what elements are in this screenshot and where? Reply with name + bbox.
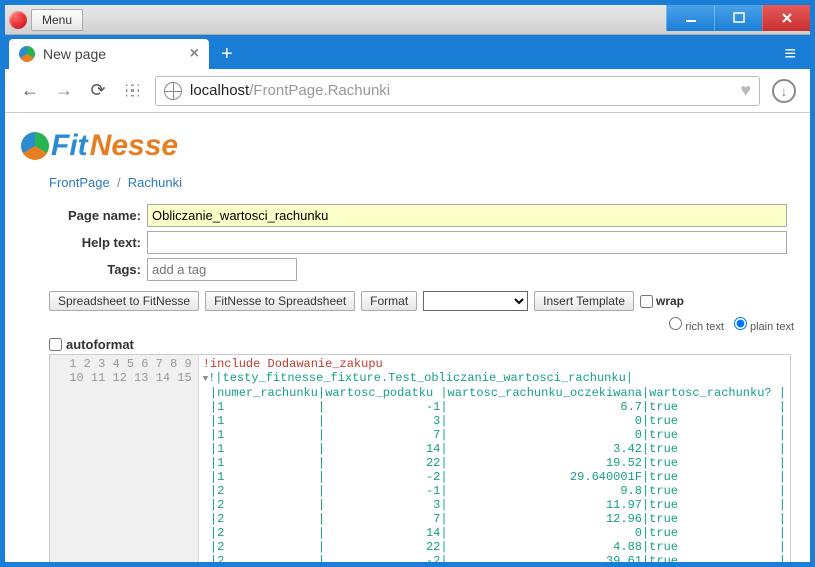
- back-button[interactable]: ←: [19, 80, 41, 101]
- tags-input[interactable]: [147, 258, 297, 281]
- download-button[interactable]: ↓: [772, 79, 796, 103]
- close-button[interactable]: [762, 5, 810, 31]
- plain-text-radio[interactable]: plain text: [734, 317, 794, 333]
- new-tab-button[interactable]: +: [209, 39, 245, 69]
- address-bar: ← → ⟳ ∷∷∷∷ localhost/FrontPage.Rachunki …: [5, 69, 810, 113]
- minimize-button[interactable]: [666, 5, 714, 31]
- url-input[interactable]: localhost/FrontPage.Rachunki ♥: [155, 76, 760, 106]
- favorite-icon[interactable]: ♥: [740, 80, 751, 101]
- rich-text-radio[interactable]: rich text: [669, 317, 724, 333]
- globe-icon: [164, 82, 182, 100]
- breadcrumb-root[interactable]: FrontPage: [49, 175, 110, 190]
- format-button[interactable]: Format: [361, 291, 417, 311]
- tab-menu-icon[interactable]: ≡: [770, 39, 810, 69]
- editor-toolbar: Spreadsheet to FitNesse FitNesse to Spre…: [49, 291, 794, 333]
- speed-dial-icon[interactable]: ∷∷∷∷: [121, 85, 143, 97]
- tags-label: Tags:: [49, 262, 141, 277]
- tab-title: New page: [43, 46, 182, 62]
- line-gutter: 1 2 3 4 5 6 7 8 9 10 11 12 13 14 15: [50, 355, 199, 562]
- code-editor[interactable]: 1 2 3 4 5 6 7 8 9 10 11 12 13 14 15 !inc…: [49, 354, 791, 562]
- logo-text-nesse: Nesse: [90, 129, 178, 163]
- spreadsheet-to-fitnesse-button[interactable]: Spreadsheet to FitNesse: [49, 291, 199, 311]
- tab-favicon-icon: [19, 46, 35, 62]
- insert-template-button[interactable]: Insert Template: [534, 291, 634, 311]
- template-select[interactable]: [423, 291, 528, 311]
- breadcrumb-sep: /: [117, 175, 121, 190]
- breadcrumb-current[interactable]: Rachunki: [128, 175, 182, 190]
- page-name-input[interactable]: [147, 204, 787, 227]
- opera-icon: [9, 11, 27, 29]
- fitnesse-to-spreadsheet-button[interactable]: FitNesse to Spreadsheet: [205, 291, 355, 311]
- url-text: localhost/FrontPage.Rachunki: [190, 82, 390, 99]
- menu-button[interactable]: Menu: [31, 9, 83, 31]
- page-name-label: Page name:: [49, 208, 141, 223]
- autoformat-checkbox[interactable]: autoformat: [49, 337, 794, 352]
- maximize-button[interactable]: [714, 5, 762, 31]
- breadcrumb: FrontPage / Rachunki: [49, 175, 794, 190]
- tab-close-icon[interactable]: ×: [190, 45, 199, 63]
- tab-strip: New page × + ≡: [5, 35, 810, 69]
- fitnesse-logo: FitNesse: [21, 129, 794, 163]
- code-content[interactable]: !include Dodawanie_zakupu ▼!|testy_fitne…: [199, 355, 790, 562]
- browser-tab[interactable]: New page ×: [9, 39, 209, 69]
- wrap-checkbox[interactable]: wrap: [640, 294, 684, 308]
- forward-button[interactable]: →: [53, 80, 75, 101]
- help-text-label: Help text:: [49, 235, 141, 250]
- title-bar: Menu: [5, 5, 810, 35]
- help-text-input[interactable]: [147, 231, 787, 254]
- reload-button[interactable]: ⟳: [87, 80, 109, 101]
- logo-swirl-icon: [21, 132, 49, 160]
- logo-text-fit: Fit: [51, 129, 88, 163]
